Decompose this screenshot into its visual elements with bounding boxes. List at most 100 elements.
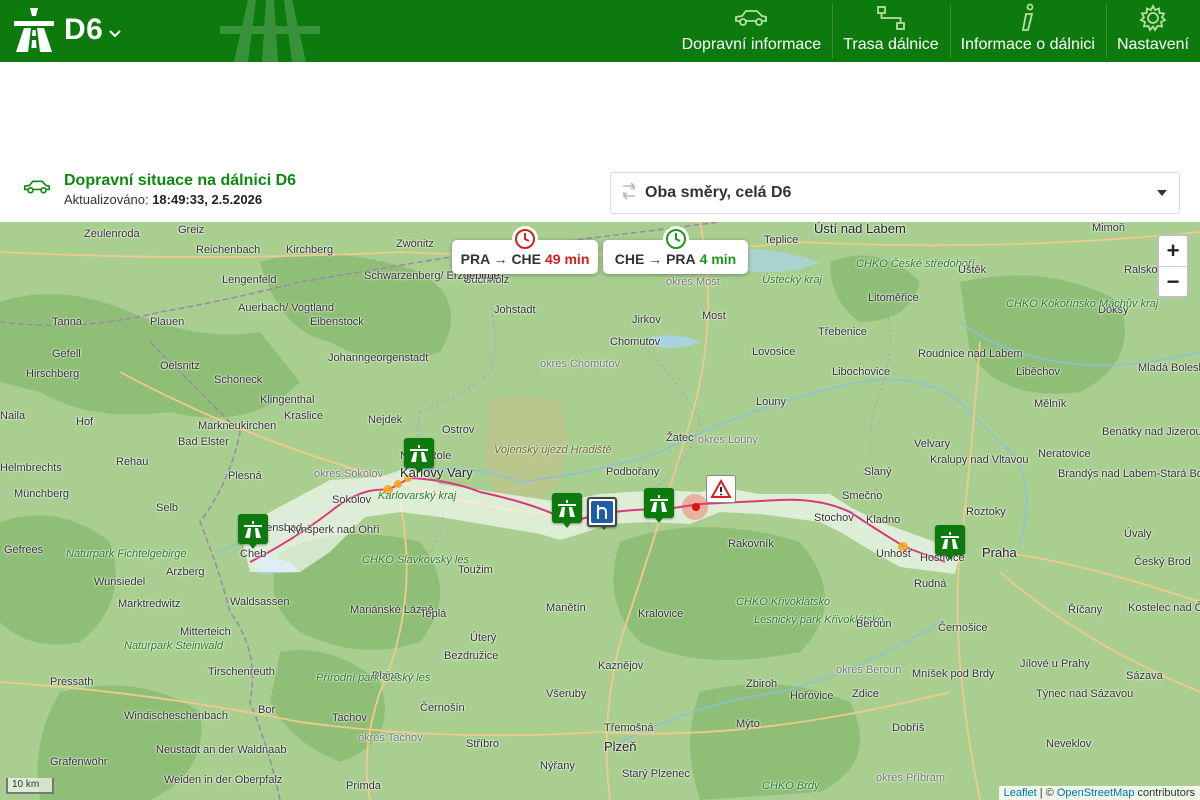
place-label: Reichenbach <box>196 244 261 256</box>
nav-highway-info[interactable]: Informace o dálnici <box>949 0 1106 62</box>
nav-traffic-info-label: Dopravní informace <box>681 36 822 53</box>
place-label: Gefell <box>52 348 81 360</box>
place-label: Mariánské Lázně <box>350 604 434 616</box>
motorway-icon <box>410 445 428 462</box>
place-label: Most <box>702 310 726 322</box>
place-label: Kraslice <box>284 410 324 422</box>
attribution-suffix: contributors <box>1134 787 1195 799</box>
place-label: Vojenský újezd Hradiště <box>494 444 612 456</box>
motorway-icon <box>941 532 959 549</box>
nav-route[interactable]: Trasa dálnice <box>832 0 949 62</box>
place-label: Praha <box>982 545 1017 560</box>
place-label: Tanna <box>52 316 82 328</box>
place-label: Všeruby <box>546 688 587 700</box>
place-label: Manětín <box>546 602 586 614</box>
place-label: Dobříš <box>892 722 925 734</box>
motorway-marker[interactable] <box>644 488 674 523</box>
place-label: Mníšek pod Brdy <box>912 668 995 680</box>
place-label: Waldsassen <box>230 596 290 608</box>
place-label: Pressath <box>50 676 94 688</box>
zoom-control: + − <box>1157 234 1189 298</box>
map-scale: 10 km <box>6 778 54 794</box>
place-label: Selb <box>156 502 179 514</box>
chevron-down-icon <box>109 25 122 41</box>
place-label: Bad Elster <box>178 436 229 448</box>
place-label: Mělník <box>1034 398 1067 410</box>
main-nav: Dopravní informace Trasa dálnice Informa… <box>671 0 1200 62</box>
place-label: Lovosice <box>752 346 796 358</box>
place-label: Sázava <box>1126 670 1163 682</box>
incident-marker[interactable] <box>706 475 736 503</box>
place-label: Plauen <box>150 316 185 328</box>
place-label: Naturpark Steinwald <box>124 640 224 652</box>
osm-link[interactable]: OpenStreetMap <box>1057 787 1135 799</box>
place-label: CHKO České středohoří <box>856 258 975 270</box>
top-bar: D6 Dopravní informace Trasa dálnice Info… <box>0 0 1200 62</box>
place-label: Nejdek <box>368 414 403 426</box>
place-label: Naturpark Fichtelgebirge <box>66 548 187 560</box>
car-icon <box>733 4 769 32</box>
parking-icon <box>591 501 613 523</box>
place-label: Starý Plzenec <box>622 768 690 780</box>
place-label: Louny <box>756 396 786 408</box>
place-label: okres Tachov <box>358 732 423 744</box>
direction-select-value: Oba směry, celá D6 <box>645 184 792 201</box>
place-label: Hirschberg <box>26 368 80 380</box>
map[interactable]: Zeulenroda Greiz Reichenbach Kirchberg Z… <box>0 222 1200 800</box>
place-label: Ostrov <box>442 424 475 436</box>
place-label: Neratovice <box>1038 448 1091 460</box>
status-text: Dopravní situace na dálnici D6 Aktualizo… <box>64 172 296 207</box>
place-label: Zwönitz <box>396 238 434 250</box>
direction-select[interactable]: Oba směry, celá D6 <box>610 172 1180 214</box>
place-label: Zeulenroda <box>84 228 140 240</box>
motorway-marker[interactable] <box>935 525 965 560</box>
place-label: Žatec <box>666 432 694 444</box>
place-label: Wunsiedel <box>94 576 146 588</box>
nav-settings[interactable]: Nastavení <box>1105 0 1200 62</box>
place-label: Ralsko <box>1124 264 1158 276</box>
place-label: Benátky nad Jizerou <box>1102 426 1200 438</box>
zoom-in-button[interactable]: + <box>1159 236 1187 266</box>
motorway-marker[interactable] <box>238 514 268 549</box>
gear-icon <box>1139 4 1167 32</box>
travel-time-che-pra[interactable]: CHE → PRA 4 min <box>603 226 748 274</box>
leaflet-link[interactable]: Leaflet <box>1004 787 1037 799</box>
place-label: Jílové u Prahy <box>1020 658 1090 670</box>
place-label: Ústí nad Labem <box>814 222 906 236</box>
place-label: Říčany <box>1068 604 1103 616</box>
zoom-out-button[interactable]: − <box>1159 266 1187 296</box>
place-label: Úvaly <box>1124 528 1152 540</box>
travel-time-pra-che[interactable]: PRA → CHE 49 min <box>452 226 598 274</box>
place-label: Schöneck <box>214 374 263 386</box>
place-label: Arzberg <box>166 566 205 578</box>
place-label: okres Příbram <box>876 772 946 784</box>
warning-icon <box>710 479 732 498</box>
nav-traffic-info[interactable]: Dopravní informace <box>671 0 833 62</box>
place-label: Kaznějov <box>598 660 644 672</box>
place-label: Mladá Boleslav <box>1138 362 1200 374</box>
status-updated: Aktualizováno: 18:49:33, 2.5.2026 <box>64 192 296 207</box>
place-label: Litoměřice <box>868 292 919 304</box>
clock-icon <box>662 226 689 252</box>
place-label: Stříbro <box>466 738 500 750</box>
place-label: Velvary <box>914 438 951 450</box>
place-label: Mimoň <box>1092 222 1126 234</box>
travel-time-value: 49 min <box>545 251 590 267</box>
place-label: Unhošť <box>876 548 912 560</box>
place-label: Helmbrechts <box>0 462 62 474</box>
motorway-marker[interactable] <box>552 493 582 528</box>
motorway-marker[interactable] <box>404 438 434 473</box>
highway-switcher[interactable]: D6 <box>14 8 122 52</box>
place-label: Markneukirchen <box>198 420 277 432</box>
place-label: CHKO Slavkovský les <box>362 554 469 566</box>
motorway-icon <box>244 521 262 538</box>
place-label: okres Sokolov <box>314 468 384 480</box>
place-label: Rakovník <box>728 538 774 550</box>
place-label: CHKO Kokořínsko Máchův kraj <box>1006 298 1159 310</box>
highway-title: D6 <box>64 13 104 46</box>
place-label: Hořovice <box>790 690 834 702</box>
rest-area-marker[interactable] <box>587 497 617 530</box>
place-label: Nýřany <box>540 760 575 772</box>
place-label: Teplice <box>764 234 799 246</box>
place-label: Stochov <box>814 512 854 524</box>
